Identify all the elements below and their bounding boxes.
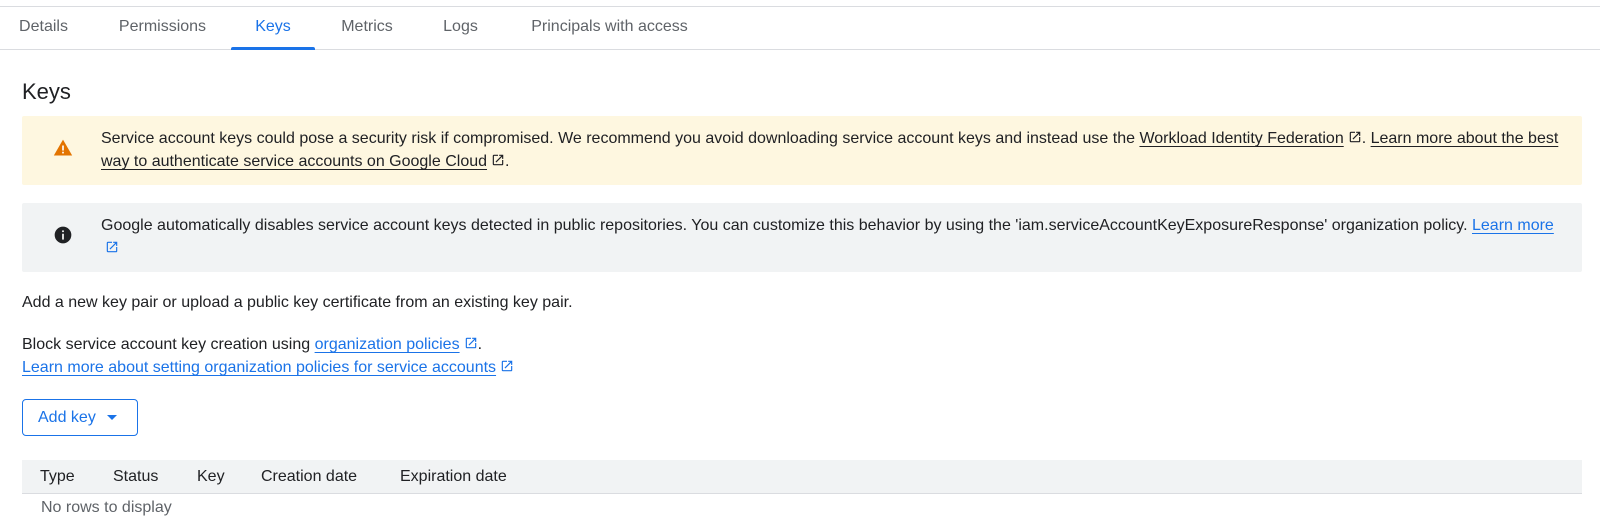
external-link-icon: [1349, 131, 1360, 143]
tab-keys[interactable]: Keys: [231, 7, 315, 50]
key-exposure-info-banner: Google automatically disables service ac…: [22, 203, 1582, 272]
external-link-icon: [106, 241, 118, 253]
block-key-creation-text: Block service account key creation using…: [22, 336, 483, 353]
column-header-status[interactable]: Status: [113, 460, 158, 494]
workload-identity-federation-link[interactable]: Workload Identity Federation: [1139, 130, 1343, 147]
external-link-icon: [465, 337, 476, 349]
warning-message: Service account keys could pose a securi…: [101, 130, 1559, 170]
column-header-type[interactable]: Type: [40, 460, 75, 494]
organization-policies-link[interactable]: organization policies: [315, 336, 460, 353]
org-policies-learn-more: Learn more about setting organization po…: [22, 356, 514, 379]
tab-details[interactable]: Details: [17, 7, 70, 49]
external-link-icon: [501, 360, 513, 372]
column-header-key[interactable]: Key: [197, 460, 225, 494]
caret-down-icon: [107, 415, 117, 420]
tab-logs[interactable]: Logs: [441, 7, 480, 49]
info-message: Google automatically disables service ac…: [101, 214, 1563, 260]
tab-bar: Details Permissions Keys Metrics Logs Pr…: [0, 7, 1600, 50]
tab-principals-with-access[interactable]: Principals with access: [524, 7, 695, 49]
external-link-icon: [492, 154, 504, 166]
info-icon: [54, 226, 72, 244]
page-title: Keys: [22, 79, 71, 104]
tab-metrics[interactable]: Metrics: [337, 7, 397, 49]
add-key-label: Add key: [38, 408, 96, 426]
column-header-expiration-date[interactable]: Expiration date: [400, 460, 507, 494]
intro-text: Add a new key pair or upload a public ke…: [22, 294, 573, 311]
empty-table-message: No rows to display: [41, 499, 172, 516]
keys-table-header: Type Status Key Creation date Expiration…: [22, 460, 1582, 494]
learn-more-exposure-link[interactable]: Learn more: [1472, 217, 1554, 234]
learn-more-org-policies-link[interactable]: Learn more about setting organization po…: [22, 359, 496, 376]
add-key-button[interactable]: Add key: [22, 399, 138, 436]
column-header-creation-date[interactable]: Creation date: [261, 460, 357, 494]
tab-permissions[interactable]: Permissions: [116, 7, 209, 49]
warning-icon: [53, 139, 73, 156]
security-warning-banner: Service account keys could pose a securi…: [22, 116, 1582, 185]
